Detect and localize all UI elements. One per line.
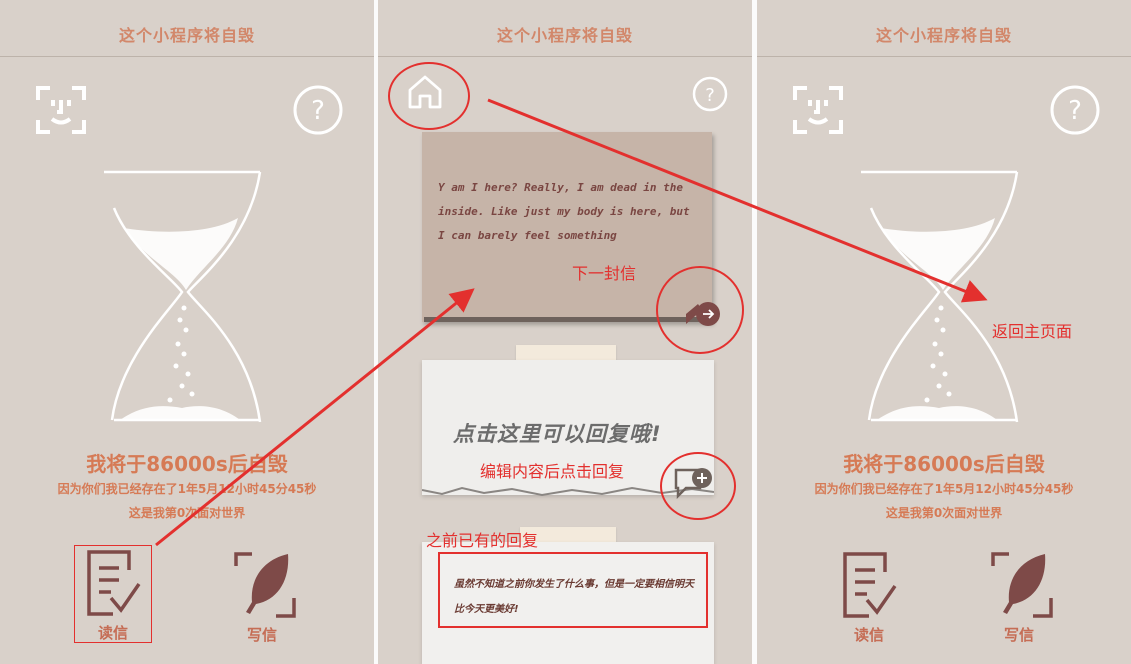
svg-text:?: ? xyxy=(1068,96,1082,126)
read-letter-button[interactable]: 读信 xyxy=(74,545,152,643)
page-title: 这个小程序将自毁 xyxy=(496,26,633,45)
title-bar: 这个小程序将自毁 xyxy=(378,0,752,57)
read-letter-label: 读信 xyxy=(853,626,884,644)
page-title: 这个小程序将自毁 xyxy=(118,26,255,45)
existence-duration: 因为你们我已经存在了1年5月12小时45分45秒 xyxy=(814,482,1074,496)
letter-text: Y am I here? Really, I am dead in the in… xyxy=(438,181,690,242)
svg-text:?: ? xyxy=(705,85,715,106)
hourglass-icon xyxy=(104,170,262,423)
face-scan-icon[interactable] xyxy=(36,86,86,134)
help-icon[interactable]: ? xyxy=(1049,84,1101,136)
read-letter-icon xyxy=(843,552,897,618)
self-destruct-countdown: 我将于86000s后自毁 xyxy=(86,452,288,476)
annotation-box-previous-reply xyxy=(438,552,708,628)
self-destruct-countdown: 我将于86000s后自毁 xyxy=(843,452,1045,476)
existence-duration: 因为你们我已经存在了1年5月12小时45分45秒 xyxy=(57,482,317,496)
title-bar: 这个小程序将自毁 xyxy=(757,0,1131,57)
svg-text:?: ? xyxy=(311,96,325,126)
quill-icon xyxy=(234,552,296,618)
face-scan-icon[interactable] xyxy=(793,86,843,134)
annotation-circle-next xyxy=(656,266,744,354)
title-bar: 这个小程序将自毁 xyxy=(0,0,374,57)
read-letter-icon xyxy=(87,550,141,616)
face-count-text: 这是我第0次面对世界 xyxy=(885,506,1003,520)
annotation-back-home: 返回主页面 xyxy=(992,322,1073,341)
annotation-existing-reply: 之前已有的回复 xyxy=(426,531,539,550)
help-icon[interactable]: ? xyxy=(292,84,344,136)
hourglass-icon xyxy=(861,170,1019,423)
write-letter-button[interactable]: 写信 xyxy=(224,548,300,644)
face-count-text: 这是我第0次面对世界 xyxy=(128,506,246,520)
reply-prompt[interactable]: 点击这里可以回复哦! xyxy=(453,418,662,448)
annotation-circle-home xyxy=(388,62,470,130)
write-letter-button[interactable]: 写信 xyxy=(981,548,1057,644)
help-icon[interactable]: ? xyxy=(692,76,728,112)
annotation-edit-reply: 编辑内容后点击回复 xyxy=(480,462,625,481)
write-letter-label: 写信 xyxy=(1003,626,1034,644)
home-screen-panel: 这个小程序将自毁 ? 我将于86000s后自毁 因为你们我已经存在了1年5月12… xyxy=(0,0,374,664)
read-letter-button[interactable]: 读信 xyxy=(831,548,907,644)
quill-icon xyxy=(991,552,1053,618)
write-letter-label: 写信 xyxy=(246,626,277,644)
read-letter-label: 读信 xyxy=(97,624,128,642)
page-title: 这个小程序将自毁 xyxy=(875,26,1012,45)
annotation-circle-reply xyxy=(660,452,736,520)
annotation-next-letter: 下一封信 xyxy=(572,264,637,283)
home-screen-panel: 这个小程序将自毁 ? 我将于86000s后自毁 因为你们我已经存在了1年5月12… xyxy=(757,0,1131,664)
